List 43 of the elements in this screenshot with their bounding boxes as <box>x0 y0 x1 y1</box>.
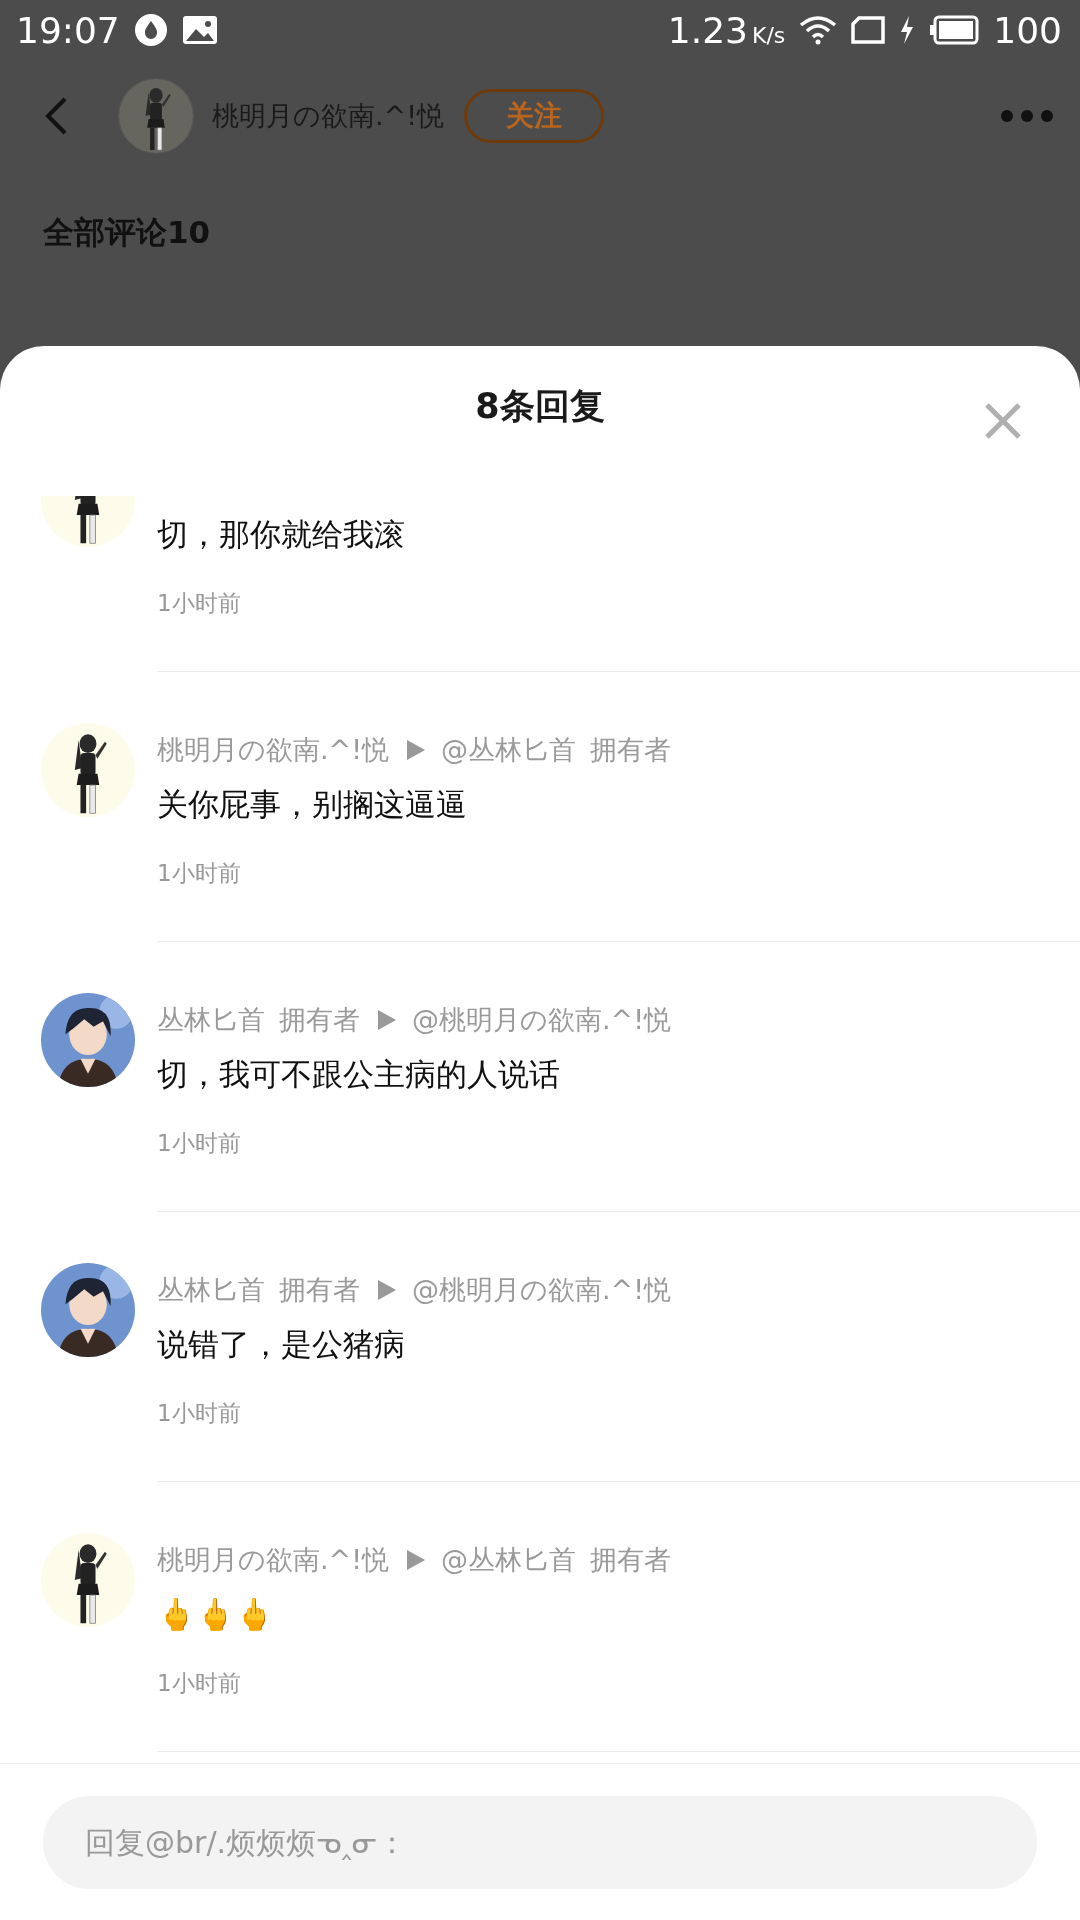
owner-tag: 拥有者 <box>279 1272 360 1308</box>
owner-tag: 拥有者 <box>590 732 672 768</box>
reply-target[interactable]: @桃明月の欲南.^!悦 <box>412 1002 672 1038</box>
reply-text: 说错了，是公猪病 <box>157 1325 406 1364</box>
owner-tag: 拥有者 <box>279 1002 360 1038</box>
water-drop-icon <box>133 13 168 47</box>
speed-unit: K/s <box>751 22 786 48</box>
reply-text: 切，我可不跟公主病的人说话 <box>157 1055 561 1094</box>
reply-text: 🖕🖕🖕 <box>157 1595 275 1634</box>
reply-target[interactable]: @桃明月の欲南.^!悦 <box>412 1272 672 1308</box>
triangle-icon <box>378 1280 396 1300</box>
more-icon[interactable] <box>1000 109 1054 123</box>
author-name[interactable]: 丛林匕首 <box>157 1002 265 1038</box>
triangle-icon <box>378 1010 396 1030</box>
author-name[interactable]: 丛林匕首 <box>157 1272 265 1308</box>
reply-target[interactable]: @丛林匕首 <box>441 732 577 768</box>
author-name[interactable]: 桃明月の欲南.^!悦 <box>157 1542 390 1578</box>
wifi-icon <box>799 15 838 45</box>
reply-time: 1小时前 <box>157 1669 242 1698</box>
status-time: 19:07 <box>16 9 120 51</box>
reply-text: 切，那你就给我滚 <box>157 515 406 554</box>
follow-button[interactable]: 关注 <box>464 89 605 143</box>
close-icon[interactable] <box>984 402 1022 440</box>
battery-icon <box>929 15 980 45</box>
reply-time: 1小时前 <box>157 859 242 888</box>
owner-tag: 拥有者 <box>590 1542 672 1578</box>
network-speed: 1.23 <box>667 9 748 51</box>
back-icon[interactable] <box>44 96 68 136</box>
comments-heading: 全部评论10 <box>42 213 212 252</box>
reply-time: 1小时前 <box>157 1129 242 1158</box>
image-icon <box>181 15 218 45</box>
reply-text: 关你屁事，别搁这逼逼 <box>157 785 468 824</box>
reply-time: 1小时前 <box>157 589 242 618</box>
reply-target[interactable]: @丛林匕首 <box>441 1542 577 1578</box>
triangle-icon <box>407 1550 426 1570</box>
reply-time: 1小时前 <box>157 1399 242 1428</box>
rotation-icon <box>851 16 886 44</box>
author-name[interactable]: 桃明月の欲南.^!悦 <box>157 732 390 768</box>
battery-level: 100 <box>993 9 1062 51</box>
sheet-title: 8条回复 <box>475 384 605 428</box>
triangle-icon <box>407 740 426 760</box>
reply-field[interactable]: 回复@br/.烦烦烦ᓀ‸ᓂ： <box>43 1796 1037 1889</box>
charging-icon <box>899 15 916 45</box>
